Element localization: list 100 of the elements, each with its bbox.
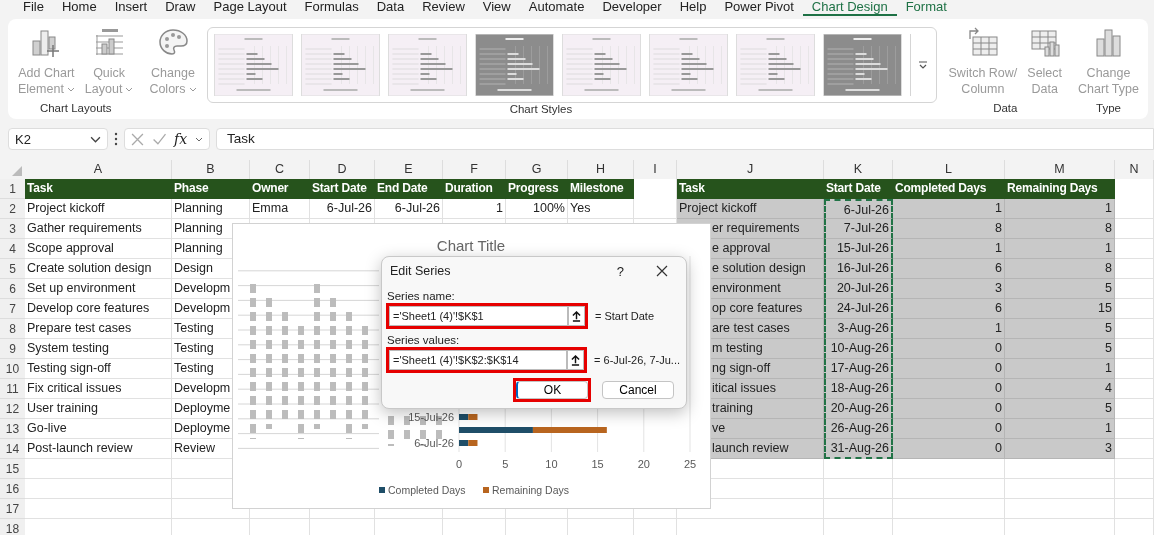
row-header[interactable]: 17 xyxy=(0,499,25,519)
table-cell: 1 xyxy=(893,239,1005,259)
check-icon[interactable] xyxy=(152,132,166,146)
table-cell: 5 xyxy=(1005,279,1115,299)
table-cell: 6-Jul-26 xyxy=(375,199,443,219)
menu-tab[interactable]: Chart Design xyxy=(802,0,897,16)
menu-tab[interactable]: Formulas xyxy=(295,0,368,16)
table-cell: Project kickoff xyxy=(25,199,172,219)
chart-style-thumbnail[interactable] xyxy=(387,34,467,96)
row-header[interactable]: 13 xyxy=(0,419,25,439)
table-cell: 31-Aug-26 xyxy=(824,439,893,459)
chart-style-thumbnail[interactable] xyxy=(822,34,902,96)
chart-style-thumbnail[interactable] xyxy=(474,34,554,96)
column-heading-cell: Owner xyxy=(250,179,310,199)
row-header[interactable]: 12 xyxy=(0,399,25,419)
table-cell: Testing sign-off xyxy=(25,359,172,379)
table-cell: 20-Aug-26 xyxy=(824,399,893,419)
menu-tab[interactable]: Insert xyxy=(105,0,157,16)
row-header[interactable]: 11 xyxy=(0,379,25,399)
menu-tab[interactable]: Power Pivot xyxy=(715,0,803,16)
table-cell: 1 xyxy=(1005,239,1115,259)
table-cell: 0 xyxy=(893,339,1005,359)
field-result: = Start Date xyxy=(595,310,654,322)
table-cell: 1 xyxy=(893,319,1005,339)
chevron-down-icon xyxy=(195,136,204,142)
menu-tab[interactable]: Review xyxy=(413,0,474,16)
table-arrows-icon xyxy=(966,27,999,59)
table-cell: Create solution design xyxy=(25,259,172,279)
cancel-icon[interactable] xyxy=(131,132,144,146)
input-field[interactable]: ='Sheet1 (4)'!$K$2:$K$14 xyxy=(389,350,568,370)
column-heading-cell: Milestone xyxy=(568,179,634,199)
chart-style-thumbnail[interactable] xyxy=(300,34,380,96)
table-cell: Set up environment xyxy=(25,279,172,299)
legend-label: Completed Days xyxy=(388,483,466,496)
table-cell: Prepare test cases xyxy=(25,319,172,339)
row-header[interactable]: 9 xyxy=(0,339,25,359)
menu-tab[interactable]: Draw xyxy=(156,0,205,16)
axis-tick-label: 5 xyxy=(502,458,509,470)
chevron-down-icon xyxy=(66,86,75,92)
table-cell: 15-Jul-26 xyxy=(824,239,893,259)
field-label: Series values: xyxy=(386,334,461,346)
select-all-icon[interactable] xyxy=(12,166,22,176)
cancel-button[interactable]: Cancel xyxy=(602,381,674,399)
menu-tab[interactable]: View xyxy=(473,0,520,16)
row-header[interactable]: 7 xyxy=(0,299,25,319)
table-cell: 5 xyxy=(1005,319,1115,339)
table-cell: Project kickoff xyxy=(677,199,824,219)
row-header[interactable]: 1 xyxy=(0,179,25,199)
menu-tab[interactable]: File xyxy=(14,0,53,16)
row-header[interactable]: 10 xyxy=(0,359,25,379)
chart-style-thumbnail[interactable] xyxy=(213,34,293,96)
table-cell: 8 xyxy=(893,219,1005,239)
table-cell: 6-Jul-26 xyxy=(824,199,893,219)
menu-tab[interactable]: Automate xyxy=(519,0,594,16)
row-header[interactable]: 3 xyxy=(0,219,25,239)
help-button[interactable]: ? xyxy=(616,263,624,279)
chart-style-thumbnail[interactable] xyxy=(735,34,815,96)
column-heading-cell: Start Date xyxy=(310,179,375,199)
collapse-button[interactable] xyxy=(567,350,585,370)
table-cell: User training xyxy=(25,399,172,419)
table-cell: 100% xyxy=(506,199,568,219)
row-header[interactable]: 5 xyxy=(0,259,25,279)
table-cell: 8 xyxy=(1005,259,1115,279)
menu-tab[interactable]: Data xyxy=(367,0,414,16)
table-cell: Gather requirements xyxy=(25,219,172,239)
row-header[interactable]: 6 xyxy=(0,279,25,299)
name-box[interactable]: K2 xyxy=(8,128,108,150)
row-header[interactable]: 18 xyxy=(0,519,25,535)
arrow-up-icon xyxy=(571,354,581,366)
menu-tab[interactable]: Home xyxy=(52,0,106,16)
table-cell: 1 xyxy=(443,199,506,219)
insert-function-button[interactable]: fx xyxy=(174,131,188,147)
menu-tab[interactable]: Developer xyxy=(593,0,671,16)
group-label: Chart Styles xyxy=(509,103,573,117)
input-field[interactable]: ='Sheet1 (4)'!$K$1 xyxy=(389,306,568,326)
dialog-title: Edit Series xyxy=(390,264,452,278)
menu-tab[interactable]: Page Layout xyxy=(204,0,296,16)
legend-swatch xyxy=(483,487,489,493)
table-cell: 1 xyxy=(1005,199,1115,219)
axis-tick-label: 25 xyxy=(683,458,697,470)
close-icon[interactable] xyxy=(656,265,668,277)
table-cell: Emma xyxy=(250,199,310,219)
row-header[interactable]: 4 xyxy=(0,239,25,259)
row-header[interactable]: 15 xyxy=(0,459,25,479)
table-cell: 3 xyxy=(1005,439,1115,459)
row-header[interactable]: 8 xyxy=(0,319,25,339)
row-header[interactable]: 14 xyxy=(0,439,25,459)
table-cell: 5 xyxy=(1005,339,1115,359)
chart-style-thumbnail[interactable] xyxy=(561,34,641,96)
menu-tab[interactable]: Help xyxy=(670,0,716,16)
axis-tick-label: 20 xyxy=(637,458,650,470)
row-header[interactable]: 2 xyxy=(0,199,25,219)
collapse-button[interactable] xyxy=(568,306,585,326)
ok-button[interactable]: OK xyxy=(516,381,588,399)
menu-tab[interactable]: Format xyxy=(896,0,956,16)
row-header[interactable]: 16 xyxy=(0,479,25,499)
table-cell: Planning xyxy=(172,199,250,219)
chart-style-thumbnail[interactable] xyxy=(648,34,728,96)
formula-field[interactable]: Task xyxy=(216,128,1154,150)
table-cell: Yes xyxy=(568,199,634,219)
